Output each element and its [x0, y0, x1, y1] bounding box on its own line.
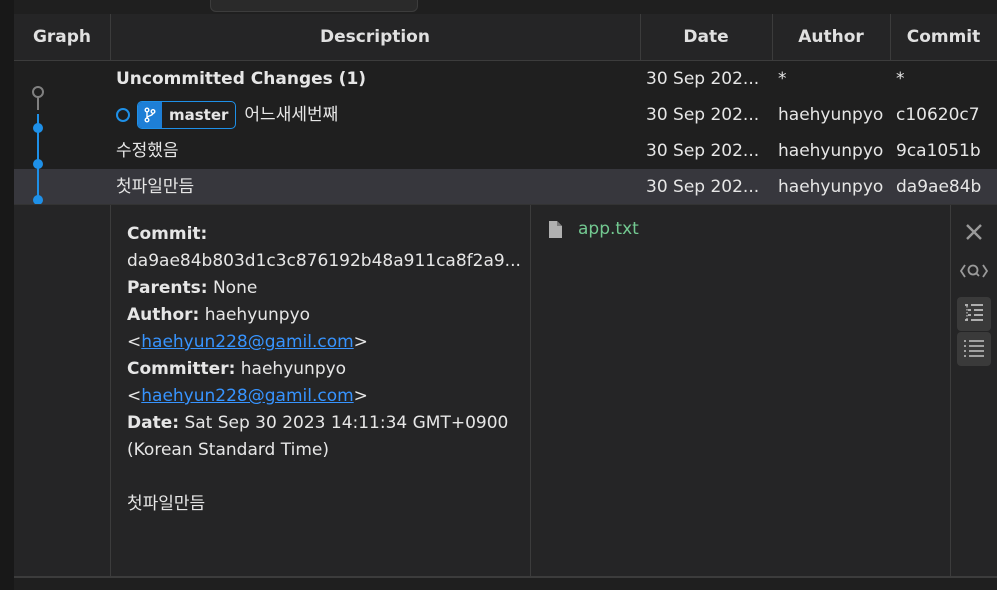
commit-label: Commit:	[127, 224, 208, 244]
commit-description: 첫파일만듬	[116, 177, 195, 197]
file-item[interactable]: app.txt	[548, 219, 639, 239]
date-timezone: (Korean Standard Time)	[127, 440, 329, 460]
details-toolbar	[950, 205, 997, 577]
git-graph-view: Graph Description Date Author Commit Unc…	[0, 0, 997, 590]
commit-message: 첫파일만듬	[127, 494, 206, 514]
column-header-commit[interactable]: Commit	[890, 14, 997, 60]
column-header-description[interactable]: Description	[110, 14, 641, 60]
commit-author: haehyunpyo	[778, 141, 884, 161]
author-name: haehyunpyo	[204, 305, 311, 325]
commit-graph	[32, 86, 44, 205]
search-box[interactable]	[210, 0, 418, 12]
list-view-icon[interactable]	[957, 332, 991, 366]
file-name: app.txt	[578, 219, 639, 239]
commit-author: haehyunpyo	[778, 105, 884, 125]
author-email-link[interactable]: haehyun228@gamil.com	[141, 332, 353, 352]
commit-date: 30 Sep 202...	[646, 177, 760, 197]
details-graph-gutter	[14, 205, 111, 577]
table-header: Graph Description Date Author Commit	[14, 14, 997, 61]
commit-hash: c10620c7	[896, 105, 980, 125]
table-row[interactable]: 수정했음 30 Sep 202... haehyunpyo 9ca1051b	[14, 133, 997, 169]
table-row[interactable]: master 어느새세번째 30 Sep 202... haehyunpyo c…	[14, 97, 997, 133]
find-widget-icon[interactable]	[957, 254, 991, 288]
column-header-graph[interactable]: Graph	[14, 14, 111, 60]
committer-email-link[interactable]: haehyun228@gamil.com	[141, 386, 353, 406]
left-gutter	[0, 0, 14, 590]
tree-view-icon[interactable]	[957, 297, 991, 331]
graph-node	[33, 159, 43, 169]
details-divider	[530, 205, 531, 577]
commit-hash: 9ca1051b	[896, 141, 981, 161]
close-icon[interactable]	[957, 215, 991, 249]
bottom-bar	[14, 576, 997, 590]
commit-table: Graph Description Date Author Commit Unc…	[14, 14, 997, 205]
commit-description: Uncommitted Changes (1)	[116, 69, 367, 89]
column-header-author[interactable]: Author	[772, 14, 891, 60]
table-row-selected[interactable]: 첫파일만듬 30 Sep 202... haehyunpyo da9ae84b	[14, 169, 997, 205]
date-label: Date:	[127, 413, 180, 433]
commit-author: *	[778, 69, 787, 89]
commit-date: 30 Sep 202...	[646, 105, 760, 125]
commit-hash: da9ae84b	[896, 177, 982, 197]
commit-description: 어느새세번째	[244, 105, 339, 125]
date-value: Sat Sep 30 2023 14:11:34 GMT+0900	[184, 413, 509, 433]
column-header-date[interactable]: Date	[640, 14, 773, 60]
branch-icon	[138, 102, 162, 128]
commit-date: 30 Sep 202...	[646, 69, 760, 89]
parents-label: Parents:	[127, 278, 208, 298]
commit-summary: Commit: da9ae84b803d1c3c876192b48a911ca8…	[127, 221, 527, 518]
author-label: Author:	[127, 305, 200, 325]
top-bar	[14, 0, 997, 15]
commit-description: 수정했음	[116, 141, 179, 161]
branch-name: master	[169, 106, 229, 124]
parents-value: None	[212, 278, 258, 298]
graph-node-uncommitted	[32, 86, 44, 98]
committer-name: haehyunpyo	[240, 359, 347, 379]
commit-date: 30 Sep 202...	[646, 141, 760, 161]
commit-details-panel: Commit: da9ae84b803d1c3c876192b48a911ca8…	[14, 204, 997, 577]
branch-ref: master 어느새세번째	[116, 97, 338, 133]
full-commit-hash: da9ae84b803d1c3c876192b48a911ca8f2a9...	[127, 251, 521, 271]
commit-author: haehyunpyo	[778, 177, 884, 197]
commit-description-cell: master 어느새세번째	[116, 97, 636, 133]
graph-node	[33, 123, 43, 133]
committer-label: Committer:	[127, 359, 236, 379]
branch-badge[interactable]: master	[137, 101, 237, 129]
head-indicator-icon	[116, 108, 130, 122]
commit-hash: *	[896, 69, 905, 89]
table-row[interactable]: Uncommitted Changes (1) 30 Sep 202... * …	[14, 61, 997, 97]
file-icon	[549, 220, 562, 238]
